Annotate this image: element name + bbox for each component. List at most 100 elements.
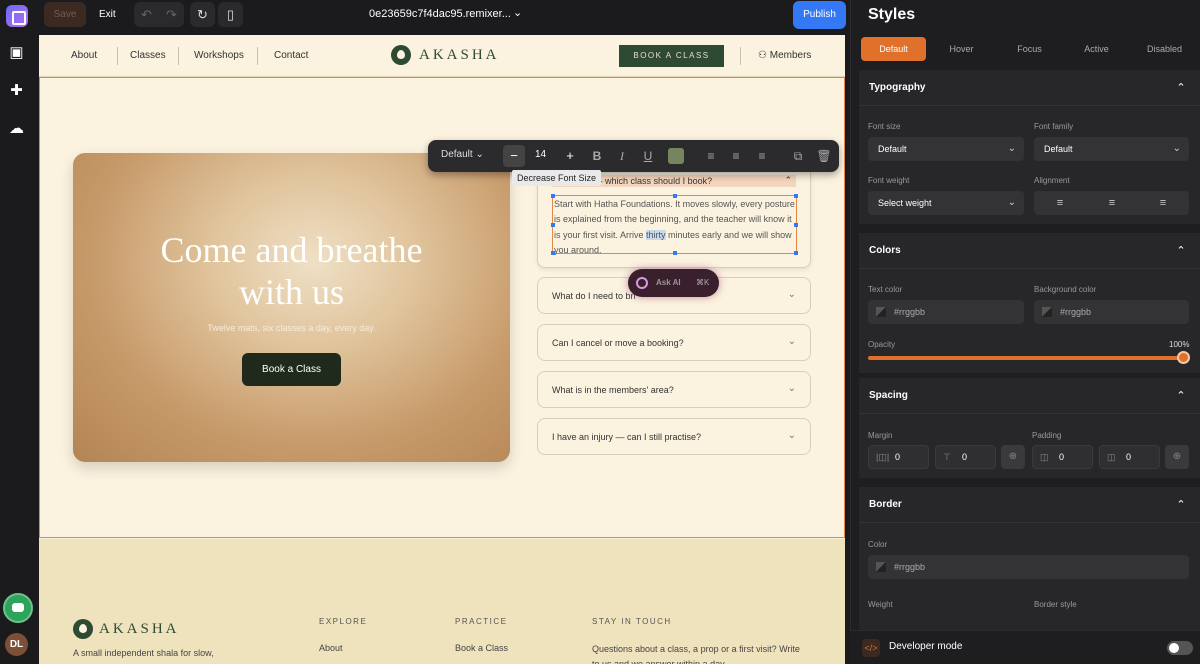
align-right-icon[interactable]: ≡	[1137, 191, 1189, 215]
section-header[interactable]: Colors ⌃	[859, 233, 1200, 269]
publish-button[interactable]: Publish	[793, 1, 846, 29]
tab-hover[interactable]: Hover	[929, 37, 994, 61]
duplicate-icon[interactable]: ⧉	[788, 146, 808, 166]
resize-handle[interactable]	[551, 194, 555, 198]
chevron-up-icon[interactable]: ⌃	[1171, 386, 1191, 406]
resize-handle[interactable]	[794, 223, 798, 227]
exit-button[interactable]: Exit	[99, 2, 116, 27]
link-paddings-icon[interactable]: ⊕	[1165, 445, 1189, 469]
align-left-icon[interactable]: ≡	[1034, 191, 1086, 215]
hero-title-line1: Come and breathe	[160, 230, 423, 270]
footer-practice-heading: PRACTICE	[455, 617, 508, 626]
faq-item[interactable]: Can I cancel or move a booking? ⌄	[537, 324, 811, 361]
margin-label: Margin	[868, 431, 893, 440]
increase-font-size-button[interactable]: +	[559, 145, 581, 167]
tab-disabled[interactable]: Disabled	[1132, 37, 1197, 61]
section-header[interactable]: Spacing ⌃	[859, 378, 1200, 414]
margin-horizontal-input[interactable]: ⊤ 0	[935, 445, 996, 469]
chevron-down-icon[interactable]: ⌄	[788, 289, 796, 300]
hero-title[interactable]: Come and breathe with us	[73, 229, 510, 313]
resize-handle[interactable]	[551, 251, 555, 255]
faq-question-text: What is in the members' area?	[552, 385, 674, 395]
faq-item[interactable]: What is in the members' area? ⌄	[537, 371, 811, 408]
section-header[interactable]: Typography ⌃	[859, 70, 1200, 106]
align-left-icon[interactable]: ≡	[701, 146, 721, 166]
top-bar: Save Exit ↶ ↷ ↻ ▯ 0e23659c7f4dac95.remix…	[33, 0, 850, 30]
hero-book-button[interactable]: Book a Class	[242, 353, 341, 386]
text-color-input[interactable]: #rrggbb	[868, 300, 1024, 324]
font-family-select[interactable]: Default ⌄	[1034, 137, 1189, 161]
decrease-font-size-button[interactable]: −	[503, 145, 525, 167]
margin-vertical-input[interactable]: |◫| 0	[868, 445, 929, 469]
chevron-up-icon[interactable]: ⌃	[784, 175, 792, 186]
tab-focus[interactable]: Focus	[997, 37, 1062, 61]
faq-answer[interactable]: Start with Hatha Foundations. It moves s…	[554, 197, 797, 258]
footer-link-book[interactable]: Book a Class	[455, 643, 508, 653]
align-right-icon[interactable]: ≡	[752, 146, 772, 166]
resize-handle[interactable]	[794, 194, 798, 198]
refresh-icon[interactable]: ↻	[190, 2, 215, 27]
chevron-down-icon[interactable]: ⌄	[788, 383, 796, 394]
bold-icon[interactable]: B	[587, 146, 607, 166]
nav-classes[interactable]: Classes	[130, 50, 166, 61]
chevron-up-icon[interactable]: ⌃	[1171, 495, 1191, 515]
text-color-swatch[interactable]	[668, 148, 684, 164]
developer-mode-toggle[interactable]	[1167, 641, 1193, 655]
footer-link-about[interactable]: About	[319, 643, 343, 653]
mobile-preview-icon[interactable]: ▯	[218, 2, 243, 27]
padding-vertical-input[interactable]: ◫ 0	[1032, 445, 1093, 469]
section-title: Spacing	[869, 390, 908, 401]
font-size-select[interactable]: Default ⌄	[868, 137, 1024, 161]
book-class-nav-button[interactable]: BOOK A CLASS	[619, 45, 724, 67]
resize-handle[interactable]	[673, 251, 677, 255]
italic-icon[interactable]: I	[612, 146, 632, 166]
avatar[interactable]: DL	[5, 633, 28, 656]
redo-icon[interactable]: ↷	[159, 2, 184, 27]
cloud-icon[interactable]: ☁	[8, 120, 25, 137]
resize-handle[interactable]	[794, 251, 798, 255]
font-weight-select[interactable]: Select weight ⌄	[868, 191, 1024, 215]
resize-handle[interactable]	[551, 223, 555, 227]
tab-default[interactable]: Default	[861, 37, 926, 61]
opacity-slider-track[interactable]	[868, 356, 1183, 360]
resize-handle[interactable]	[673, 194, 677, 198]
tab-active[interactable]: Active	[1064, 37, 1129, 61]
members-link[interactable]: ⚇ Members	[758, 50, 811, 61]
text-style-value: Default	[441, 149, 473, 160]
section-header[interactable]: Border ⌃	[859, 487, 1200, 523]
delete-icon[interactable]: 🗑	[814, 146, 834, 166]
underline-icon[interactable]: U	[638, 146, 658, 166]
ask-ai-button[interactable]: Ask AI ⌘K	[628, 269, 719, 297]
answer-text-selection[interactable]: Start with Hatha Foundations. It moves s…	[551, 194, 798, 255]
chat-icon[interactable]	[3, 593, 33, 623]
save-button[interactable]: Save	[44, 2, 86, 27]
faq-item[interactable]: I have an injury — can I still practise?…	[537, 418, 811, 455]
app-logo-icon[interactable]	[6, 5, 28, 27]
chevron-up-icon[interactable]: ⌃	[1171, 241, 1191, 261]
chevron-down-icon[interactable]: ⌄	[513, 6, 522, 19]
media-icon[interactable]: ▣	[8, 44, 25, 61]
site-url[interactable]: 0e23659c7f4dac95.remixer...	[369, 8, 511, 20]
align-center-icon[interactable]: ≡	[1086, 191, 1138, 215]
link-margins-icon[interactable]: ⊕	[1001, 445, 1025, 469]
nav-contact[interactable]: Contact	[274, 50, 308, 61]
editor-canvas[interactable]: About Classes Workshops Contact AKASHA B…	[39, 35, 845, 664]
text-style-select[interactable]: Default ⌄	[441, 149, 484, 160]
border-color-input[interactable]: #rrggbb	[868, 555, 1189, 579]
chevron-down-icon: ⌄	[1007, 197, 1016, 208]
align-center-icon[interactable]: ≡	[726, 146, 746, 166]
font-weight-select-value: Select weight	[878, 198, 932, 208]
padding-horizontal-input[interactable]: ◫ 0	[1099, 445, 1160, 469]
undo-icon[interactable]: ↶	[134, 2, 159, 27]
chevron-down-icon[interactable]: ⌄	[788, 336, 796, 347]
hero-card[interactable]: Come and breathe with us Twelve mats, si…	[73, 153, 510, 462]
hero-subtitle[interactable]: Twelve mats, six classes a day, every da…	[73, 323, 510, 333]
chevron-up-icon[interactable]: ⌃	[1171, 78, 1191, 98]
font-size-value[interactable]: 14	[535, 149, 546, 160]
bg-color-input[interactable]: #rrggbb	[1034, 300, 1189, 324]
chevron-down-icon[interactable]: ⌄	[788, 430, 796, 441]
nav-about[interactable]: About	[71, 50, 97, 61]
plugins-icon[interactable]: ✚	[8, 82, 25, 99]
opacity-slider-handle[interactable]	[1177, 351, 1190, 364]
nav-workshops[interactable]: Workshops	[194, 50, 244, 61]
